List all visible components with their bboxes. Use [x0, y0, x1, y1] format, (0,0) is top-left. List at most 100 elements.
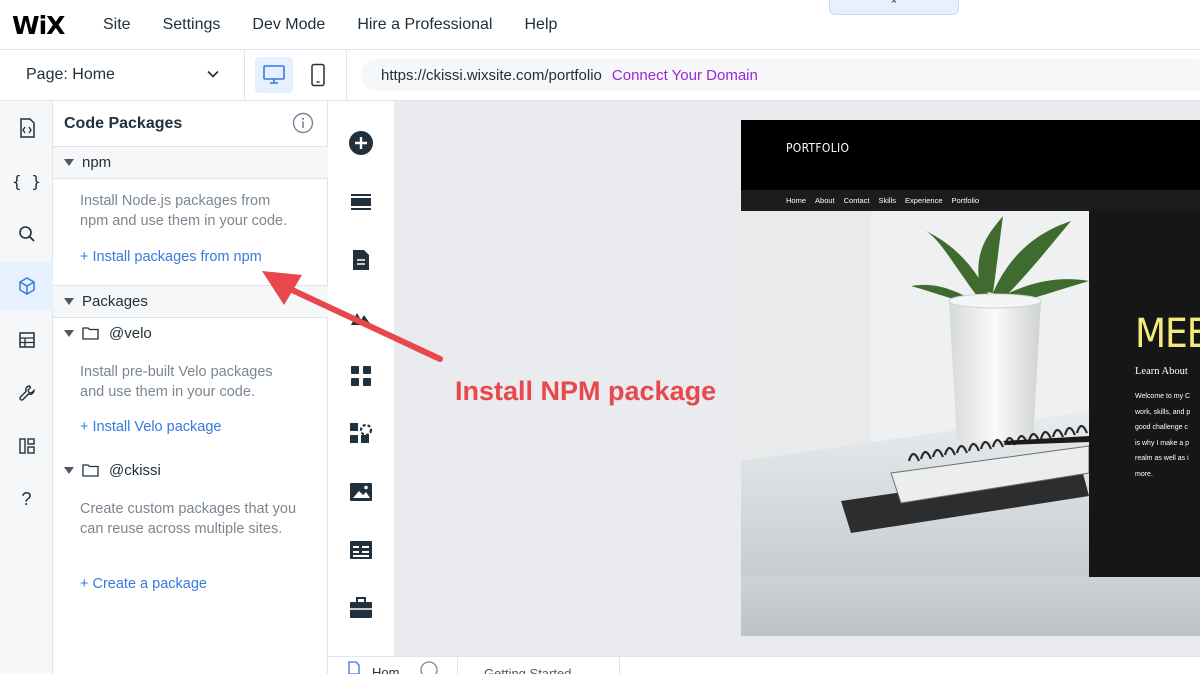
- mobile-view-button[interactable]: [299, 57, 337, 93]
- triangle-down-icon: [64, 298, 74, 305]
- business-apps-button[interactable]: [344, 417, 378, 451]
- triangle-down-icon: [64, 159, 74, 166]
- hero-headline[interactable]: MEET: [1135, 311, 1200, 357]
- theme-icon: [351, 313, 371, 325]
- menu-settings[interactable]: Settings: [147, 16, 237, 34]
- velo-folder-label: @velo: [109, 324, 152, 342]
- toolbar-divider: [346, 50, 347, 100]
- page-code-icon: [348, 661, 360, 674]
- add-apps-button[interactable]: [344, 359, 378, 393]
- menu-hire-a-professional[interactable]: Hire a Professional: [341, 16, 508, 34]
- rail-apps[interactable]: [0, 422, 53, 470]
- page-selector[interactable]: Page: Home: [0, 50, 245, 100]
- rail-page-code[interactable]: [0, 104, 53, 152]
- annotation-label: Install NPM package: [455, 376, 717, 406]
- desktop-icon: [263, 65, 285, 84]
- desktop-view-button[interactable]: [255, 57, 293, 93]
- triangle-down-icon: [64, 329, 74, 337]
- braces-icon: { }: [12, 171, 41, 191]
- mobile-icon: [311, 63, 325, 87]
- menu-dev-mode[interactable]: Dev Mode: [236, 16, 341, 34]
- site-url[interactable]: https://ckissi.wixsite.com/portfolio: [381, 67, 602, 84]
- site-nav-about[interactable]: About: [815, 196, 835, 205]
- triangle-down-icon: [64, 466, 74, 474]
- info-icon[interactable]: [292, 112, 314, 134]
- table-icon: [350, 541, 372, 559]
- add-icon: [349, 131, 373, 155]
- code-packages-panel: Code Packages npm Install Node.js packag…: [53, 101, 328, 674]
- menu-site[interactable]: Site: [87, 16, 147, 34]
- rail-public-backend[interactable]: { }: [0, 157, 53, 205]
- page-icon: [353, 250, 369, 270]
- site-nav-skills[interactable]: Skills: [878, 196, 896, 205]
- search-icon: [18, 226, 35, 242]
- chevron-up-icon: ⌃: [889, 0, 899, 11]
- apps-icon: [18, 438, 35, 454]
- ckissi-description: Create custom packages that you can reus…: [80, 501, 297, 537]
- cms-button[interactable]: [344, 533, 378, 567]
- hero-subheading[interactable]: Learn About: [1135, 366, 1188, 377]
- velo-folder-row[interactable]: @velo: [53, 319, 152, 347]
- package-icon: [18, 277, 35, 295]
- site-header: PORTFOLIO: [741, 120, 1200, 190]
- packages-section-header[interactable]: Packages: [53, 285, 328, 318]
- wrench-icon: [18, 385, 35, 401]
- site-nav-experience[interactable]: Experience: [905, 196, 943, 205]
- rail-databases[interactable]: [0, 316, 53, 364]
- panel-title: Code Packages: [64, 115, 183, 132]
- hero-text-block: MEET Learn About Welcome to my C work, s…: [1089, 211, 1200, 577]
- install-npm-link[interactable]: + Install packages from npm: [80, 249, 262, 265]
- desk-photo-illustration: [741, 211, 1089, 577]
- npm-section-header[interactable]: npm: [53, 146, 328, 179]
- ckissi-folder-label: @ckissi: [109, 461, 161, 479]
- folder-icon: [82, 327, 99, 340]
- collapse-toolbar-tab[interactable]: ⌃: [829, 0, 959, 15]
- connect-domain-link[interactable]: Connect Your Domain: [612, 67, 758, 84]
- apps-grid-icon: [351, 366, 371, 386]
- puzzle-icon: [350, 423, 373, 443]
- url-bar: https://ckissi.wixsite.com/portfolio Con…: [361, 59, 1200, 91]
- add-section-button[interactable]: [344, 185, 378, 219]
- site-nav-portfolio[interactable]: Portfolio: [952, 196, 980, 205]
- tab-home-label: Hom: [372, 665, 400, 674]
- ckissi-folder-row[interactable]: @ckissi: [53, 456, 161, 484]
- top-menu: Site Settings Dev Mode Hire a Profession…: [87, 0, 573, 50]
- site-nav-contact[interactable]: Contact: [844, 196, 870, 205]
- tab-home-code[interactable]: Hom: [328, 657, 458, 674]
- hero-body-text[interactable]: Welcome to my C work, skills, and p good…: [1135, 389, 1200, 482]
- page-code-icon: [19, 118, 35, 138]
- portfolio-button[interactable]: [344, 591, 378, 625]
- site-nav-home[interactable]: Home: [786, 196, 806, 205]
- npm-description: Install Node.js packages from npm and us…: [80, 193, 288, 229]
- site-nav: Home About Contact Skills Experience Por…: [741, 190, 1200, 211]
- site-design-button[interactable]: [344, 301, 378, 335]
- chevron-down-icon: [207, 70, 219, 78]
- tab-getting-started-label: Getting Started: [484, 666, 572, 674]
- rail-packages[interactable]: [0, 262, 53, 310]
- site-logo[interactable]: PORTFOLIO: [786, 141, 849, 155]
- folder-icon: [82, 464, 99, 477]
- wix-logo[interactable]: WiX: [12, 11, 65, 40]
- add-elements-bar: [328, 101, 394, 656]
- velo-description: Install pre-built Velo packages and use …: [80, 364, 273, 400]
- next-section-preview: [741, 577, 1200, 636]
- add-elements-button[interactable]: [344, 126, 378, 160]
- packages-section-label: Packages: [82, 293, 148, 310]
- create-package-link[interactable]: + Create a package: [80, 576, 207, 592]
- menu-help[interactable]: Help: [508, 16, 573, 34]
- page-selector-label: Page: Home: [26, 66, 115, 83]
- editor-toolbar: Page: Home https://ckissi.wixsite.com/po…: [0, 50, 1200, 101]
- hero-image[interactable]: [741, 211, 1089, 577]
- pages-menu-button[interactable]: [344, 243, 378, 277]
- briefcase-icon: [350, 597, 372, 618]
- code-tabs-bar: Hom Getting Started: [328, 656, 1200, 674]
- left-icon-rail: { } ?: [0, 101, 53, 674]
- install-velo-link[interactable]: + Install Velo package: [80, 419, 221, 435]
- help-icon: ?: [21, 488, 32, 509]
- tab-getting-started[interactable]: Getting Started: [458, 657, 620, 674]
- rail-search[interactable]: [0, 210, 53, 258]
- rail-developer-tools[interactable]: [0, 369, 53, 417]
- media-button[interactable]: [344, 475, 378, 509]
- site-preview[interactable]: PORTFOLIO Home About Contact Skills Expe…: [741, 120, 1200, 636]
- rail-help[interactable]: ?: [0, 475, 53, 523]
